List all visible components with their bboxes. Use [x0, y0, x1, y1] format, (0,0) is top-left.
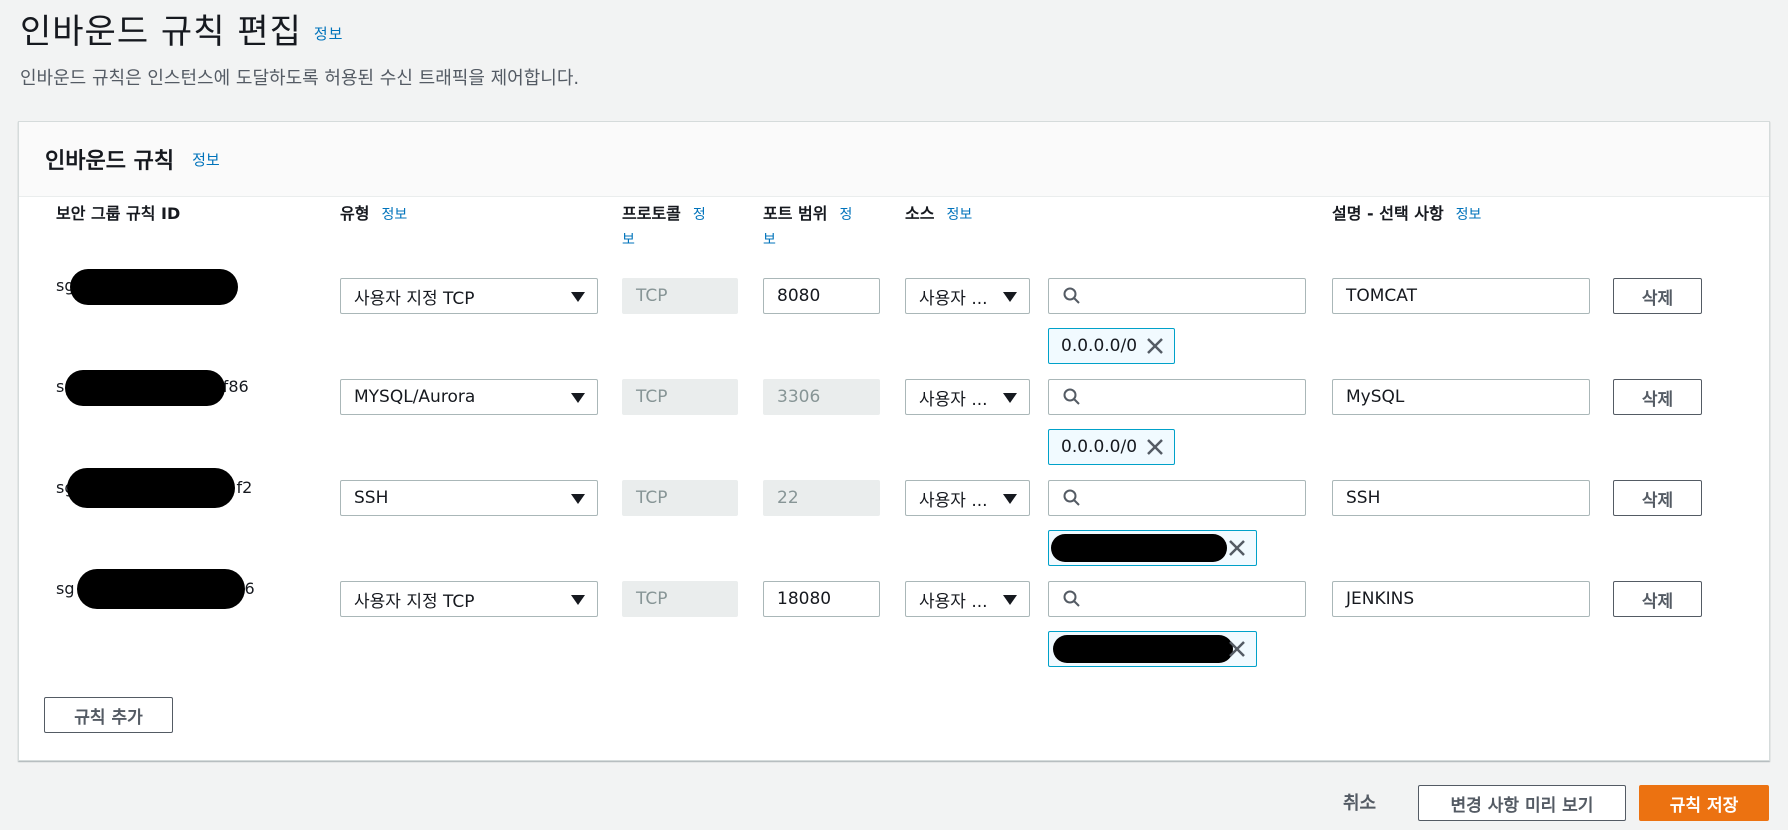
description-info-link[interactable]: 정보: [1456, 207, 1482, 223]
caret-down-icon: [1003, 494, 1017, 504]
col-header-sg-id: 보안 그룹 규칙 ID: [56, 204, 181, 223]
panel-info-link[interactable]: 정보: [192, 149, 220, 170]
rule-row: sg 6 사용자 지정 TCP TCP 18080 사용자 ... JENKINS…: [19, 569, 1769, 671]
col-header-description: 설명 - 선택 사항 정보: [1332, 202, 1481, 227]
redaction-mark: [1053, 635, 1233, 663]
type-select[interactable]: MYSQL/Aurora: [340, 379, 598, 415]
description-input[interactable]: JENKINS: [1332, 581, 1590, 617]
delete-rule-button[interactable]: 삭제: [1613, 480, 1702, 516]
search-icon: [1063, 590, 1080, 607]
col-header-protocol: 프로토콜 정보: [622, 202, 732, 252]
type-select[interactable]: SSH: [340, 480, 598, 516]
page-description: 인바운드 규칙은 인스턴스에 도달하도록 허용된 수신 트래픽을 제어합니다.: [20, 68, 580, 89]
caret-down-icon: [1003, 393, 1017, 403]
delete-rule-button[interactable]: 삭제: [1613, 379, 1702, 415]
caret-down-icon: [571, 595, 585, 605]
close-icon[interactable]: [1226, 537, 1248, 559]
save-rules-button[interactable]: 규칙 저장: [1639, 785, 1769, 821]
redaction-mark: [1051, 534, 1227, 562]
description-input[interactable]: TOMCAT: [1332, 278, 1590, 314]
cidr-token: [1048, 530, 1257, 566]
preview-changes-button[interactable]: 변경 사항 미리 보기: [1418, 785, 1626, 821]
panel-title: 인바운드 규칙: [45, 149, 175, 174]
description-input[interactable]: SSH: [1332, 480, 1590, 516]
port-range-input[interactable]: 8080: [763, 278, 880, 314]
source-select[interactable]: 사용자 ...: [905, 278, 1030, 314]
redaction-mark: [77, 569, 245, 609]
cidr-search-input[interactable]: [1048, 480, 1306, 516]
col-header-port-range: 포트 범위 정보: [763, 202, 873, 252]
redaction-mark: [67, 468, 235, 508]
caret-down-icon: [571, 393, 585, 403]
rule-row: sg f2 SSH TCP 22 사용자 ... SSH 삭제: [19, 468, 1769, 570]
col-header-type: 유형 정보: [340, 202, 407, 227]
description-input[interactable]: MySQL: [1332, 379, 1590, 415]
rule-row: sgbe2 사용자 지정 TCP TCP 8080 사용자 ... TOMCAT…: [19, 269, 1769, 368]
protocol-field: TCP: [622, 480, 738, 516]
col-header-source: 소스 정보: [905, 202, 972, 227]
port-info-link-2[interactable]: 보: [763, 232, 776, 248]
source-select[interactable]: 사용자 ...: [905, 480, 1030, 516]
source-info-link[interactable]: 정보: [946, 207, 972, 223]
redaction-mark: [65, 370, 225, 406]
caret-down-icon: [571, 292, 585, 302]
page-title-text: 인바운드 규칙 편집: [20, 12, 302, 52]
title-info-link[interactable]: 정보: [314, 25, 344, 43]
source-select[interactable]: 사용자 ...: [905, 379, 1030, 415]
search-icon: [1063, 388, 1080, 405]
add-rule-button[interactable]: 규칙 추가: [44, 697, 173, 733]
close-icon[interactable]: [1144, 335, 1166, 357]
inbound-rules-panel: 인바운드 규칙 정보 보안 그룹 규칙 ID 유형 정보 프로토콜 정 보 포트 범위…: [18, 121, 1770, 761]
col-desc-label: 설명 - 선택 사항: [1332, 204, 1444, 223]
cidr-token: 0.0.0.0/0: [1048, 328, 1175, 364]
port-info-link[interactable]: 정: [839, 207, 852, 223]
type-info-link[interactable]: 정보: [381, 207, 407, 223]
cidr-token: [1048, 631, 1257, 667]
source-select[interactable]: 사용자 ...: [905, 581, 1030, 617]
caret-down-icon: [571, 494, 585, 504]
cidr-search-input[interactable]: [1048, 379, 1306, 415]
port-range-field: 3306: [763, 379, 880, 415]
cidr-search-input[interactable]: [1048, 278, 1306, 314]
protocol-info-link-2[interactable]: 보: [622, 232, 635, 248]
protocol-field: TCP: [622, 581, 738, 617]
redaction-mark: [70, 269, 238, 305]
cidr-value: 0.0.0.0/0: [1061, 437, 1138, 457]
protocol-field: TCP: [622, 379, 738, 415]
col-source-label: 소스: [905, 204, 935, 223]
col-type-label: 유형: [340, 204, 370, 223]
caret-down-icon: [1003, 595, 1017, 605]
protocol-info-link[interactable]: 정: [693, 207, 706, 223]
type-select[interactable]: 사용자 지정 TCP: [340, 278, 598, 314]
cidr-token: 0.0.0.0/0: [1048, 429, 1175, 465]
caret-down-icon: [1003, 292, 1017, 302]
page-title: 인바운드 규칙 편집 정보: [20, 4, 343, 53]
search-icon: [1063, 489, 1080, 506]
delete-rule-button[interactable]: 삭제: [1613, 278, 1702, 314]
port-range-field: 22: [763, 480, 880, 516]
close-icon[interactable]: [1144, 436, 1166, 458]
port-range-input[interactable]: 18080: [763, 581, 880, 617]
col-protocol-label: 프로토콜: [622, 204, 681, 223]
cidr-value: 0.0.0.0/0: [1061, 336, 1138, 356]
col-port-label: 포트 범위: [763, 204, 828, 223]
delete-rule-button[interactable]: 삭제: [1613, 581, 1702, 617]
search-icon: [1063, 287, 1080, 304]
panel-header: 인바운드 규칙 정보: [19, 122, 1769, 197]
rule-row: sg7f86 MYSQL/Aurora TCP 3306 사용자 ... MyS…: [19, 370, 1769, 469]
cidr-search-input[interactable]: [1048, 581, 1306, 617]
type-select[interactable]: 사용자 지정 TCP: [340, 581, 598, 617]
close-icon[interactable]: [1226, 638, 1248, 660]
protocol-field: TCP: [622, 278, 738, 314]
cancel-button[interactable]: 취소: [1343, 789, 1376, 815]
